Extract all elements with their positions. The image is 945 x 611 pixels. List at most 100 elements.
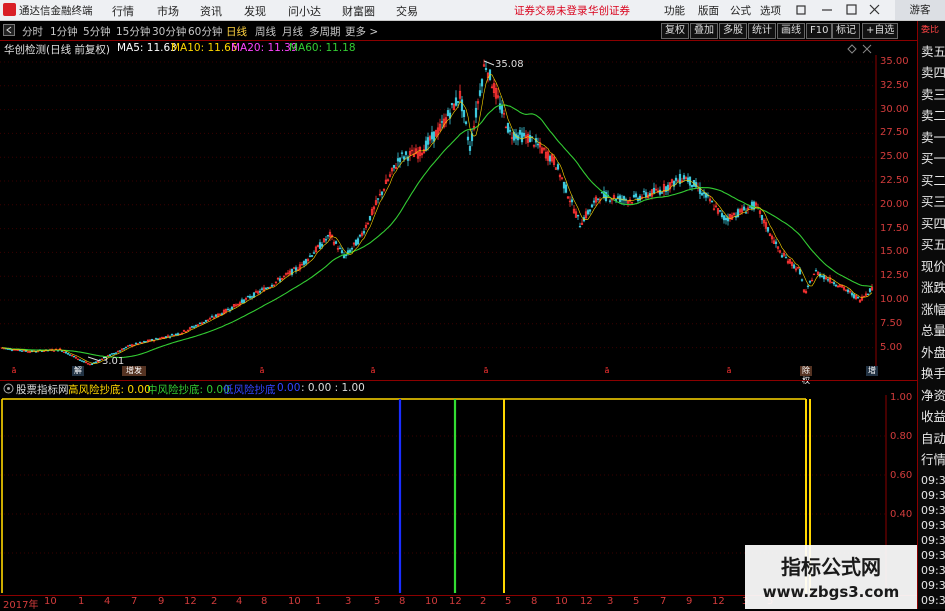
- event-dot[interactable]: ā: [256, 366, 268, 376]
- candle-body: [392, 164, 396, 168]
- low-price-label: 3.01: [102, 356, 125, 367]
- candle-body: [258, 290, 262, 293]
- candle-body: [832, 282, 836, 285]
- period-tab-intraday[interactable]: 分时: [22, 24, 43, 39]
- candle-body: [342, 254, 346, 258]
- candle-body: [124, 346, 128, 349]
- panel-label-price: 现价: [921, 260, 945, 274]
- chart-corner-controls[interactable]: [846, 43, 874, 55]
- watermark-banner: 指标公式网 www.zbgs3.com: [745, 545, 917, 609]
- candle-body: [402, 156, 406, 160]
- period-tab-5min[interactable]: 5分钟: [83, 24, 111, 39]
- watermark-url: www.zbgs3.com: [762, 583, 900, 601]
- candle-body: [616, 196, 620, 199]
- menu-wealth[interactable]: 财富圈: [342, 3, 375, 19]
- tool-f10[interactable]: F10: [806, 23, 833, 39]
- indicator-low-risk-value: 0.00: [277, 382, 301, 394]
- candle-body: [750, 201, 754, 209]
- candle-body: [850, 292, 854, 296]
- price-tick: 30.00: [880, 103, 909, 115]
- period-tab-daily[interactable]: 日线: [226, 24, 247, 39]
- event-marker[interactable]: 除权: [800, 366, 812, 385]
- login-warning[interactable]: 证券交易未登录: [514, 3, 588, 18]
- candle-body: [174, 333, 178, 336]
- candle-body: [798, 268, 802, 275]
- menu-quotes[interactable]: 行情: [112, 3, 134, 19]
- candle-body: [334, 241, 338, 244]
- event-marker[interactable]: 增: [866, 366, 878, 376]
- tool-draw-line[interactable]: 画线: [777, 23, 805, 39]
- period-tab-more[interactable]: 更多 >: [345, 24, 378, 39]
- price-chart[interactable]: [0, 55, 917, 380]
- candle-body: [160, 337, 164, 339]
- candle-body: [192, 326, 196, 328]
- candle-body: [852, 294, 856, 299]
- candle-body: [586, 210, 590, 215]
- ma60-value: MA60: 11.18: [289, 42, 356, 54]
- candle-body: [278, 278, 282, 282]
- event-dot[interactable]: ā: [480, 366, 492, 376]
- time-tick: 2: [480, 596, 487, 607]
- period-tab-monthly[interactable]: 月线: [282, 24, 303, 39]
- broker-name[interactable]: 华创证券: [588, 3, 630, 18]
- event-dot[interactable]: ā: [367, 366, 379, 376]
- candle-body: [338, 247, 342, 250]
- window-controls: [796, 4, 880, 15]
- menu-function[interactable]: 功能: [664, 3, 685, 18]
- time-tick: 8: [399, 596, 406, 607]
- candle-body: [354, 239, 358, 246]
- period-tab-60min[interactable]: 60分钟: [188, 24, 222, 39]
- event-marker[interactable]: 解: [72, 366, 84, 376]
- price-tick: 22.50: [880, 175, 909, 186]
- indicator-tick: 0.60: [890, 470, 913, 481]
- ma5-value: MA5: 11.63: [117, 42, 177, 54]
- period-tab-weekly[interactable]: 周线: [255, 24, 276, 39]
- event-marker[interactable]: 增发: [122, 366, 146, 376]
- candle-body: [660, 192, 664, 194]
- candle-body: [426, 137, 430, 145]
- menu-market[interactable]: 市场: [157, 3, 179, 19]
- candle-body: [556, 164, 560, 170]
- candle-body: [596, 198, 600, 200]
- tick-time: 09:30: [921, 579, 945, 592]
- panel-label-auto[interactable]: 自动: [921, 432, 945, 446]
- price-tick: 25.00: [880, 151, 909, 163]
- back-arrow-icon[interactable]: [3, 24, 15, 36]
- candle-body: [252, 292, 256, 298]
- indicator-settings-icon[interactable]: [3, 383, 14, 394]
- candle-body: [454, 97, 458, 106]
- event-dot[interactable]: ā: [8, 366, 20, 376]
- tick-time: 09:30: [921, 504, 945, 517]
- tick-time: 09:30: [921, 489, 945, 502]
- tool-add-watchlist[interactable]: +自选: [862, 23, 899, 39]
- candle-body: [368, 215, 372, 221]
- candle-body: [834, 284, 838, 287]
- menu-formula[interactable]: 公式: [730, 3, 751, 18]
- period-tab-multi[interactable]: 多周期: [309, 24, 341, 39]
- candle-body: [484, 68, 488, 70]
- tool-mark[interactable]: 标记: [832, 23, 860, 39]
- candle-body: [24, 350, 28, 352]
- candle-body: [642, 190, 646, 193]
- period-tab-30min[interactable]: 30分钟: [152, 24, 186, 39]
- time-tick: 7: [660, 596, 667, 607]
- tool-statistics[interactable]: 统计: [748, 23, 776, 39]
- menu-news[interactable]: 资讯: [200, 3, 222, 19]
- candle-body: [396, 158, 400, 162]
- tool-overlay[interactable]: 叠加: [690, 23, 718, 39]
- menu-options[interactable]: 选项: [760, 3, 781, 18]
- panel-label-buy4: 买四: [921, 217, 945, 231]
- menu-trade[interactable]: 交易: [396, 3, 418, 19]
- tick-time: 09:30: [921, 564, 945, 577]
- period-tab-1min[interactable]: 1分钟: [50, 24, 78, 39]
- tool-multi-stock[interactable]: 多股: [719, 23, 747, 39]
- tool-restore-rights[interactable]: 复权: [661, 23, 689, 39]
- guest-login[interactable]: 游客: [895, 0, 945, 20]
- menu-discover[interactable]: 发现: [244, 3, 266, 19]
- period-tab-15min[interactable]: 15分钟: [116, 24, 150, 39]
- event-dot[interactable]: ā: [723, 366, 735, 376]
- event-dot[interactable]: ā: [601, 366, 613, 376]
- panel-label-quotes[interactable]: 行情: [921, 453, 945, 467]
- menu-ask[interactable]: 问小达: [288, 3, 321, 19]
- menu-layout[interactable]: 版面: [698, 3, 719, 18]
